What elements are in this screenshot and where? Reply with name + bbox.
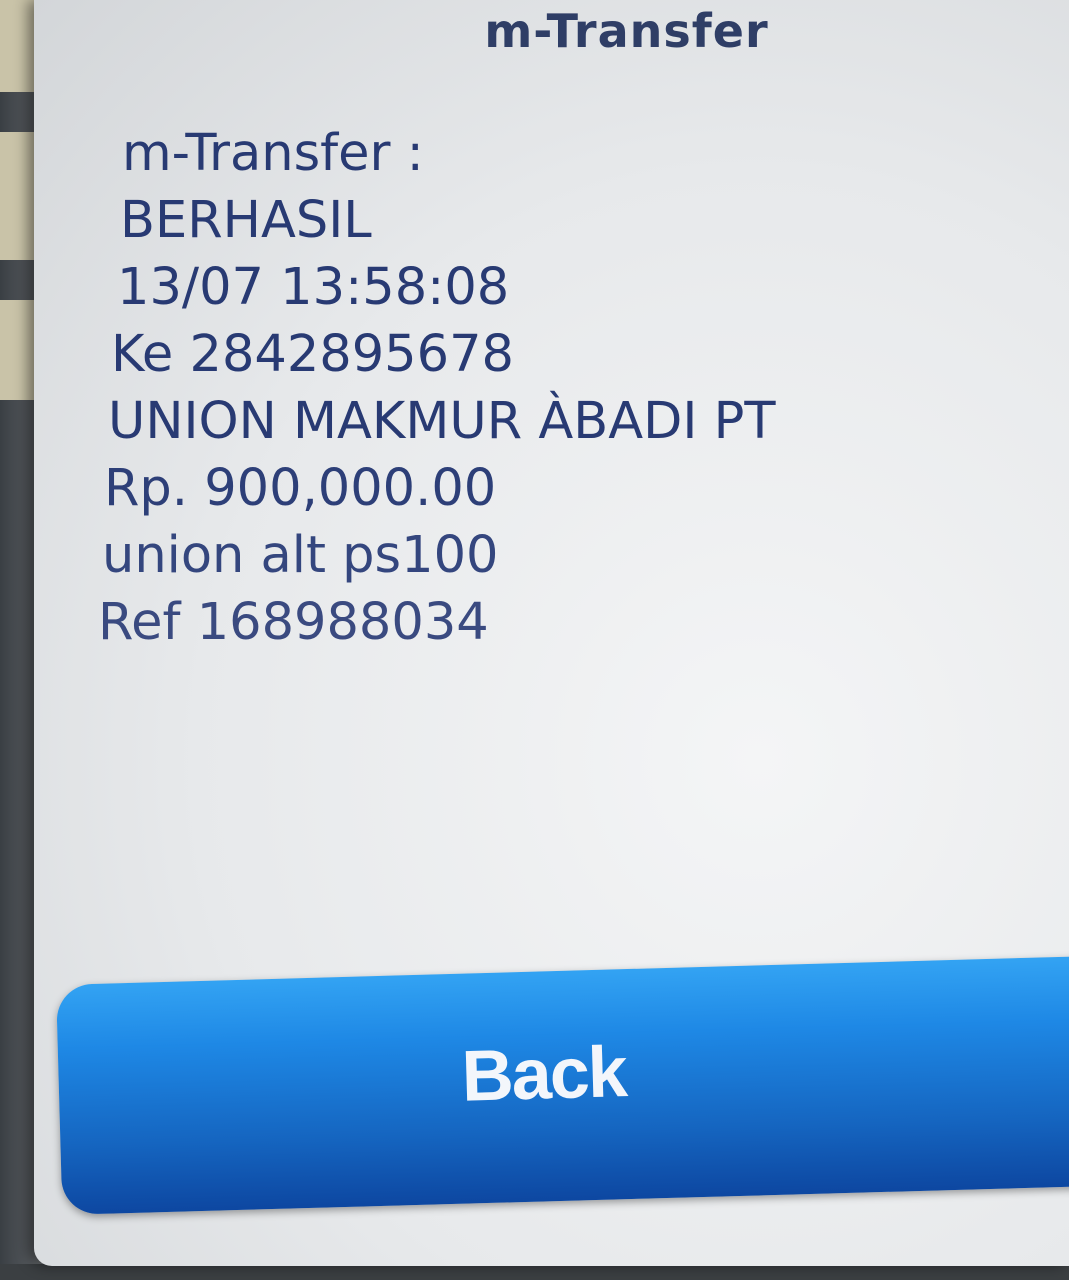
dialog-title: m-Transfer (484, 4, 769, 58)
back-button-label: Back (460, 1032, 627, 1117)
message-line-header: m-Transfer : (122, 124, 424, 183)
message-line-account: Ke 2842895678 (111, 325, 514, 384)
message-line-recipient: UNION MAKMUR ÀBADI PT (108, 392, 776, 451)
message-line-status: BERHASIL (120, 191, 372, 250)
transfer-message: m-Transfer : BERHASIL 13/07 13:58:08 Ke … (86, 120, 1006, 656)
message-line-datetime: 13/07 13:58:08 (117, 258, 510, 317)
message-line-amount: Rp. 900,000.00 (104, 459, 497, 518)
message-line-note: union alt ps100 (102, 526, 499, 585)
message-line-reference: Ref 168988034 (98, 593, 489, 652)
device-bezel-bottom (0, 1264, 1069, 1280)
back-button[interactable]: Back (56, 955, 1069, 1215)
